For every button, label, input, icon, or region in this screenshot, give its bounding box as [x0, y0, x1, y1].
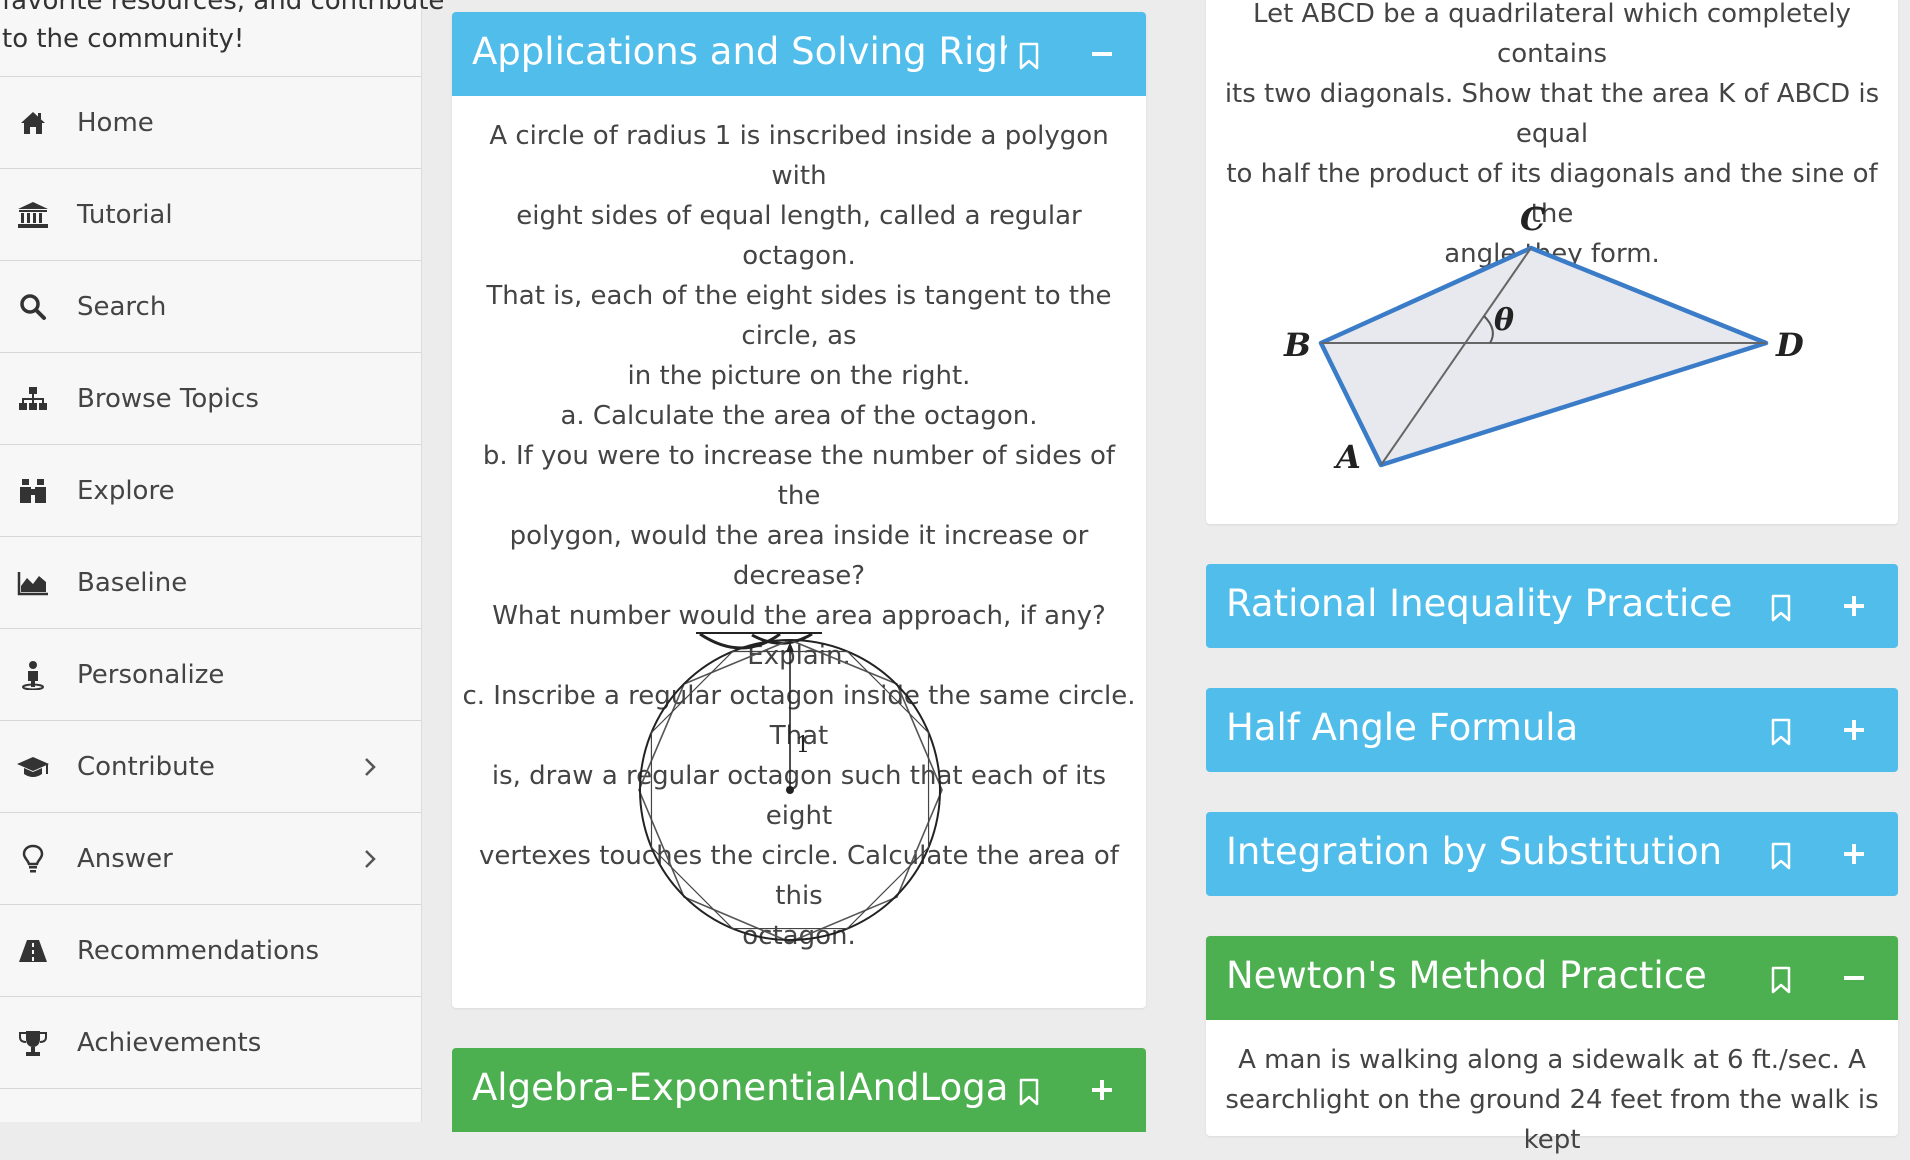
- sidebar-item-label: Tutorial: [77, 199, 173, 230]
- sidebar-item-answer[interactable]: Answer: [0, 813, 421, 905]
- card-integration-by-substitution: Integration by Substitution: [1206, 812, 1898, 896]
- sidebar-item-home[interactable]: Home: [0, 77, 421, 169]
- vertex-label-b: B: [1283, 326, 1311, 364]
- sidebar-item-label: Baseline: [77, 567, 188, 598]
- sidebar-item-browse-topics[interactable]: Browse Topics: [0, 353, 421, 445]
- card-applications-header[interactable]: Applications and Solving Right Triangles: [452, 12, 1146, 96]
- bookmark-icon[interactable]: [1018, 1078, 1040, 1106]
- sidebar-item-label: Recommendations: [77, 935, 320, 966]
- road-icon: [16, 936, 50, 966]
- card-algebra: Algebra-ExponentialAndLogarithmicFunctio…: [452, 1048, 1146, 1132]
- sidebar-item-label: Achievements: [77, 1027, 262, 1058]
- sidebar-item-contribute[interactable]: Contribute: [0, 721, 421, 813]
- sidebar-item-recommendations[interactable]: Recommendations: [0, 905, 421, 997]
- problem-line: A man is walking along a sidewalk at 6 f…: [1238, 1045, 1866, 1075]
- sidebar-item-explore[interactable]: Explore: [0, 445, 421, 537]
- sidebar-item-label: Search: [77, 291, 167, 322]
- bookmark-icon[interactable]: [1018, 42, 1040, 70]
- chevron-right-icon: [355, 752, 385, 782]
- card-applications: Applications and Solving Right Triangles…: [452, 12, 1146, 1008]
- problem-line: a. Calculate the area of the octagon.: [560, 401, 1038, 431]
- problem-line: polygon, would the area inside it increa…: [509, 521, 1089, 591]
- angle-label-theta: θ: [1494, 303, 1514, 338]
- lightbulb-icon: [16, 844, 50, 874]
- chevron-right-icon: [355, 844, 385, 874]
- card-newtons-method-body: A man is walking along a sidewalk at 6 f…: [1216, 1040, 1888, 1160]
- person-icon: [16, 660, 50, 690]
- sitemap-icon: [16, 384, 50, 414]
- expand-icon[interactable]: [1840, 840, 1868, 868]
- binoculars-icon: [16, 476, 50, 506]
- problem-line: That is, each of the eight sides is tang…: [486, 281, 1112, 351]
- institution-icon: [16, 200, 50, 230]
- sidebar-item-baseline[interactable]: Baseline: [0, 537, 421, 629]
- bookmark-icon[interactable]: [1770, 718, 1792, 746]
- radius-label: 1: [796, 733, 810, 758]
- problem-line: searchlight on the ground 24 feet from t…: [1225, 1085, 1879, 1155]
- quadrilateral-figure: C B D A θ: [1283, 200, 1804, 476]
- bookmark-icon[interactable]: [1770, 594, 1792, 622]
- search-icon: [16, 292, 50, 322]
- collapse-icon[interactable]: [1088, 40, 1116, 68]
- card-title: Applications and Solving Right Triangles: [472, 30, 1007, 73]
- expand-icon[interactable]: [1088, 1076, 1116, 1104]
- card-rational-inequality-header[interactable]: Rational Inequality Practice: [1206, 564, 1898, 648]
- octagon-figure: 1: [638, 632, 943, 943]
- card-algebra-header[interactable]: Algebra-ExponentialAndLogarithmicFunctio…: [452, 1048, 1146, 1132]
- problem-line: b. If you were to increase the number of…: [482, 441, 1116, 511]
- sidebar-item-label: Explore: [77, 475, 175, 506]
- card-newtons-method: Newton's Method Practice A man is walkin…: [1206, 936, 1898, 1155]
- expand-icon[interactable]: [1840, 716, 1868, 744]
- card-rational-inequality: Rational Inequality Practice: [1206, 564, 1898, 648]
- quadrilateral-shape: [1318, 245, 1769, 468]
- inscribed-octagon: [650, 650, 930, 930]
- expand-icon[interactable]: [1840, 592, 1868, 620]
- graduation-cap-icon: [16, 752, 50, 782]
- sidebar: favorite resources, and contribute to th…: [0, 0, 445, 1122]
- sidebar-item-label: Browse Topics: [77, 383, 259, 414]
- card-title: Newton's Method Practice: [1226, 954, 1707, 997]
- vertex-label-d: D: [1775, 326, 1804, 364]
- vertex-label-a: A: [1333, 438, 1361, 476]
- card-newtons-method-header[interactable]: Newton's Method Practice: [1206, 936, 1898, 1020]
- sidebar-intro: favorite resources, and contribute to th…: [2, 0, 445, 58]
- card-quadrilateral: Let ABCD be a quadrilateral which comple…: [1206, 0, 1898, 524]
- area-chart-icon: [16, 568, 50, 598]
- problem-line: A circle of radius 1 is inscribed inside…: [489, 121, 1109, 191]
- sidebar-item-label: Home: [77, 107, 154, 138]
- card-integration-header[interactable]: Integration by Substitution: [1206, 812, 1898, 896]
- card-half-angle-formula: Half Angle Formula: [1206, 688, 1898, 772]
- sidebar-item-achievements[interactable]: Achievements: [0, 997, 421, 1089]
- bookmark-icon[interactable]: [1770, 842, 1792, 870]
- sidebar-intro-line-1: favorite resources, and contribute: [2, 0, 445, 16]
- card-title: Algebra-ExponentialAndLogarithmicFunctio…: [472, 1066, 1007, 1109]
- sidebar-item-tutorial[interactable]: Tutorial: [0, 169, 421, 261]
- sidebar-item-label: Personalize: [77, 659, 225, 690]
- sidebar-nav: Home Tutorial Search Browse Topics Explo…: [0, 76, 421, 1089]
- home-icon: [16, 108, 50, 138]
- problem-line: Let ABCD be a quadrilateral which comple…: [1253, 0, 1851, 69]
- vertex-label-c: C: [1520, 200, 1546, 238]
- card-title: Rational Inequality Practice: [1226, 582, 1733, 625]
- problem-line: eight sides of equal length, called a re…: [516, 201, 1082, 271]
- collapse-icon[interactable]: [1840, 964, 1868, 992]
- problem-line: in the picture on the right.: [627, 361, 971, 391]
- sidebar-item-label: Answer: [77, 843, 173, 874]
- sidebar-item-search[interactable]: Search: [0, 261, 421, 353]
- sidebar-intro-line-2: to the community!: [2, 24, 245, 54]
- bookmark-icon[interactable]: [1770, 966, 1792, 994]
- problem-line: its two diagonals. Show that the area K …: [1224, 79, 1880, 149]
- trophy-icon: [16, 1028, 50, 1058]
- card-title: Integration by Substitution: [1226, 830, 1723, 873]
- sidebar-item-personalize[interactable]: Personalize: [0, 629, 421, 721]
- card-title: Half Angle Formula: [1226, 706, 1579, 749]
- card-half-angle-formula-header[interactable]: Half Angle Formula: [1206, 688, 1898, 772]
- sidebar-item-label: Contribute: [77, 751, 215, 782]
